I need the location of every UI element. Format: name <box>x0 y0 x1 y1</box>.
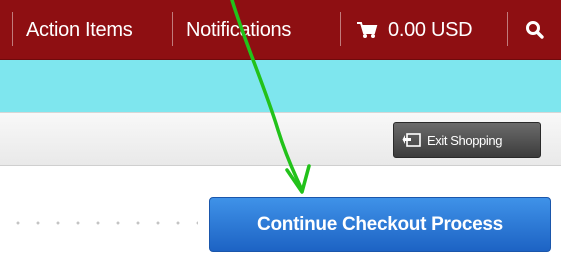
exit-shopping-label: Exit Shopping <box>427 132 503 148</box>
nav-separator <box>12 12 13 46</box>
nav-separator <box>172 12 173 46</box>
cart-total: 0.00 USD <box>388 18 473 41</box>
step-progress-dots <box>8 221 198 225</box>
nav-separator <box>340 12 341 46</box>
nav-search[interactable] <box>525 0 545 60</box>
nav-action-items[interactable]: Action Items <box>26 0 133 60</box>
nav-notifications[interactable]: Notifications <box>186 0 291 60</box>
nav-separator <box>507 12 508 46</box>
nav-cart[interactable]: 0.00 USD <box>356 0 473 60</box>
search-icon <box>525 20 545 40</box>
exit-shopping-button[interactable]: Exit Shopping <box>393 122 541 158</box>
info-band <box>0 60 561 112</box>
top-nav-bar: Action Items Notifications 0.00 USD <box>0 0 561 60</box>
exit-icon <box>402 132 422 148</box>
continue-checkout-button[interactable]: Continue Checkout Process <box>209 197 551 252</box>
cart-icon <box>356 21 378 39</box>
